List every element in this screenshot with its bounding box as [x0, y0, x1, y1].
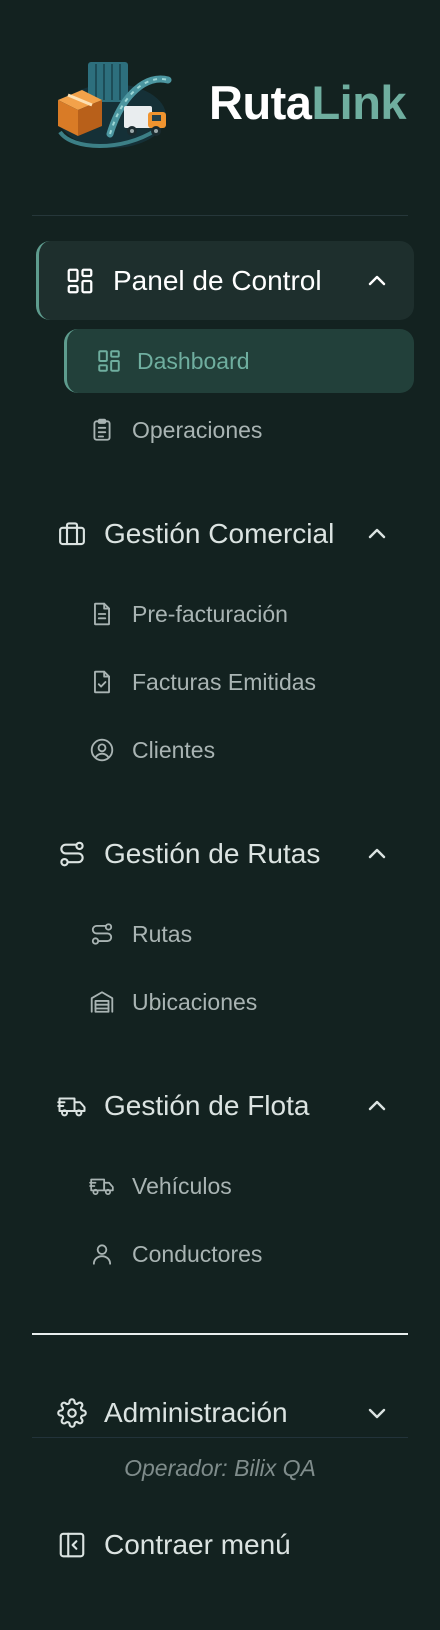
nav-item-conductores[interactable]: Conductores: [78, 1226, 414, 1282]
truck-icon: [56, 1090, 88, 1122]
nav-item-label: Rutas: [132, 920, 193, 947]
footer-divider: [32, 1437, 408, 1438]
route-icon: [56, 838, 88, 870]
truck-logistics-logo: [52, 54, 178, 154]
chevron-up-icon[interactable]: [364, 268, 390, 294]
chevron-up-icon[interactable]: [364, 841, 390, 867]
user-circle-icon: [88, 736, 116, 764]
brand-name-part2: Link: [311, 76, 407, 129]
nav-item-rutas[interactable]: Rutas: [78, 906, 414, 962]
nav-group-panel-de-control[interactable]: Panel de Control: [36, 241, 414, 320]
collapse-menu-label: Contraer menú: [104, 1529, 291, 1560]
sidebar: RutaLink Panel de Control Dashboard Oper…: [0, 0, 440, 1630]
nav-group-administracion[interactable]: Administración: [36, 1383, 414, 1443]
collapse-menu-button[interactable]: Contraer menú: [36, 1515, 414, 1575]
dashboard-grid-icon: [95, 347, 123, 375]
nav-item-facturas-emitidas[interactable]: Facturas Emitidas: [78, 654, 414, 710]
nav-item-vehiculos[interactable]: Vehículos: [78, 1158, 414, 1214]
nav-item-label: Vehículos: [132, 1172, 232, 1199]
chevron-down-icon[interactable]: [364, 1400, 390, 1426]
nav-item-label: Pre-facturación: [132, 600, 288, 627]
route-icon: [88, 920, 116, 948]
nav-item-label: Operaciones: [132, 416, 263, 443]
nav-item-label: Facturas Emitidas: [132, 668, 317, 695]
chevron-up-icon[interactable]: [364, 1093, 390, 1119]
nav-group-gestion-comercial[interactable]: Gestión Comercial: [36, 494, 414, 573]
dashboard-grid-icon: [64, 265, 96, 297]
nav-group-label: Administración: [104, 1397, 288, 1428]
nav-item-clientes[interactable]: Clientes: [78, 722, 414, 778]
warehouse-icon: [88, 988, 116, 1016]
nav-group-label: Gestión de Rutas: [104, 837, 321, 869]
operator-label: Operador: Bilix QA: [124, 1455, 316, 1481]
user-icon: [88, 1240, 116, 1268]
gear-icon: [56, 1397, 88, 1429]
brand-header[interactable]: RutaLink: [0, 54, 440, 164]
document-check-icon: [88, 668, 116, 696]
nav-item-pre-facturacion[interactable]: Pre-facturación: [78, 586, 414, 642]
panel-collapse-icon: [56, 1529, 88, 1561]
nav-item-label: Dashboard: [137, 347, 250, 374]
nav-group-label: Panel de Control: [113, 264, 322, 296]
brand-name: RutaLink: [209, 76, 407, 129]
nav-item-label: Conductores: [132, 1240, 263, 1267]
nav-item-label: Clientes: [132, 736, 216, 763]
nav-group-gestion-de-flota[interactable]: Gestión de Flota: [36, 1066, 414, 1145]
nav-group-gestion-de-rutas[interactable]: Gestión de Rutas: [36, 814, 414, 893]
nav-item-operaciones[interactable]: Operaciones: [78, 402, 414, 458]
chevron-up-icon[interactable]: [364, 521, 390, 547]
truck-icon: [88, 1172, 116, 1200]
document-icon: [88, 600, 116, 628]
clipboard-list-icon: [88, 416, 116, 444]
nav-item-ubicaciones[interactable]: Ubicaciones: [78, 974, 414, 1030]
nav-item-dashboard[interactable]: Dashboard: [64, 329, 414, 393]
header-divider: [32, 215, 408, 216]
brand-name-part1: Ruta: [209, 76, 312, 129]
briefcase-icon: [56, 518, 88, 550]
nav-item-label: Ubicaciones: [132, 988, 258, 1015]
nav-group-label: Gestión de Flota: [104, 1089, 310, 1121]
nav-group-label: Gestión Comercial: [104, 517, 335, 549]
section-divider: [32, 1333, 408, 1335]
